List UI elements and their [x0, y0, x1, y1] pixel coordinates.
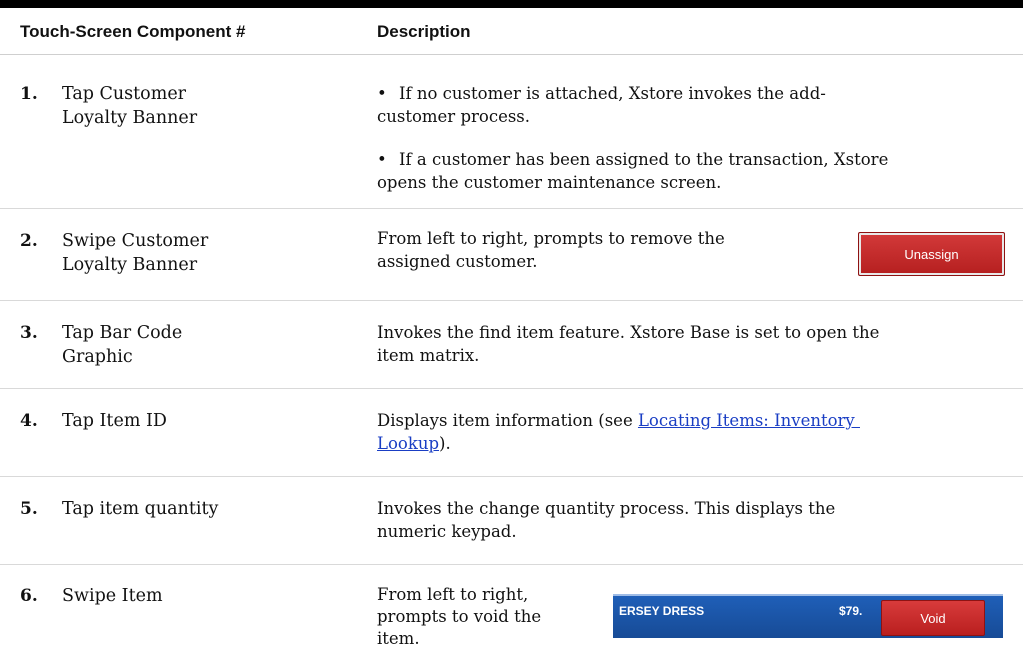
unassign-button[interactable]: Unassign — [858, 232, 1005, 276]
description-text: Displays item information (see Locating … — [377, 411, 860, 453]
row-number: 6. — [20, 586, 38, 606]
row-number: 3. — [20, 323, 38, 343]
table-row: 6. Swipe Item From left to right, prompt… — [0, 565, 1023, 671]
component-label: Tap Item ID — [62, 411, 167, 431]
top-rule — [0, 0, 1023, 8]
table-row: 4. Tap Item ID Displays item information… — [0, 389, 1023, 477]
table-row: 5. Tap item quantity Invokes the change … — [0, 477, 1023, 565]
item-line-strip: ERSEY DRESS $79. Void — [613, 594, 1003, 638]
locating-items-link[interactable]: Locating Items: Inventory — [638, 411, 860, 430]
row-number: 2. — [20, 231, 38, 251]
row-number: 1. — [20, 84, 38, 104]
bullet-item: • If a customer has been assigned to the … — [377, 150, 889, 192]
item-price: $79. — [839, 604, 863, 618]
table-row: 3. Tap Bar Code Graphic Invokes the find… — [0, 301, 1023, 389]
component-label: Swipe Item — [62, 586, 163, 606]
header-description: Description — [377, 22, 471, 41]
table-row: 2. Swipe Customer Loyalty Banner From le… — [0, 209, 1023, 301]
row-number: 4. — [20, 411, 38, 431]
locating-items-link[interactable]: Lookup — [377, 434, 439, 453]
table-row: 1. Tap Customer Loyalty Banner • If no cu… — [0, 55, 1023, 209]
row-number: 5. — [20, 499, 38, 519]
table-header: Touch-Screen Component # Description — [0, 8, 1023, 55]
bullet-icon: • — [377, 150, 387, 169]
description-text: From left to right, prompts to void the … — [377, 585, 542, 648]
description-text: Invokes the find item feature. Xstore Ba… — [377, 323, 880, 365]
component-label: Tap item quantity — [62, 499, 219, 519]
description-text: Invokes the change quantity process. Thi… — [377, 499, 836, 541]
component-label: Tap Customer Loyalty Banner — [62, 84, 198, 128]
component-label: Swipe Customer Loyalty Banner — [62, 231, 209, 275]
header-component: Touch-Screen Component # — [20, 22, 246, 41]
bullet-item: • If no customer is attached, Xstore invo… — [377, 84, 826, 126]
void-button[interactable]: Void — [881, 600, 985, 636]
item-description: ERSEY DRESS — [619, 604, 705, 618]
component-label: Tap Bar Code Graphic — [62, 323, 183, 367]
description-text: From left to right, prompts to remove th… — [377, 229, 725, 271]
bullet-icon: • — [377, 84, 387, 103]
document-page: Touch-Screen Component # Description 1. … — [0, 0, 1023, 671]
